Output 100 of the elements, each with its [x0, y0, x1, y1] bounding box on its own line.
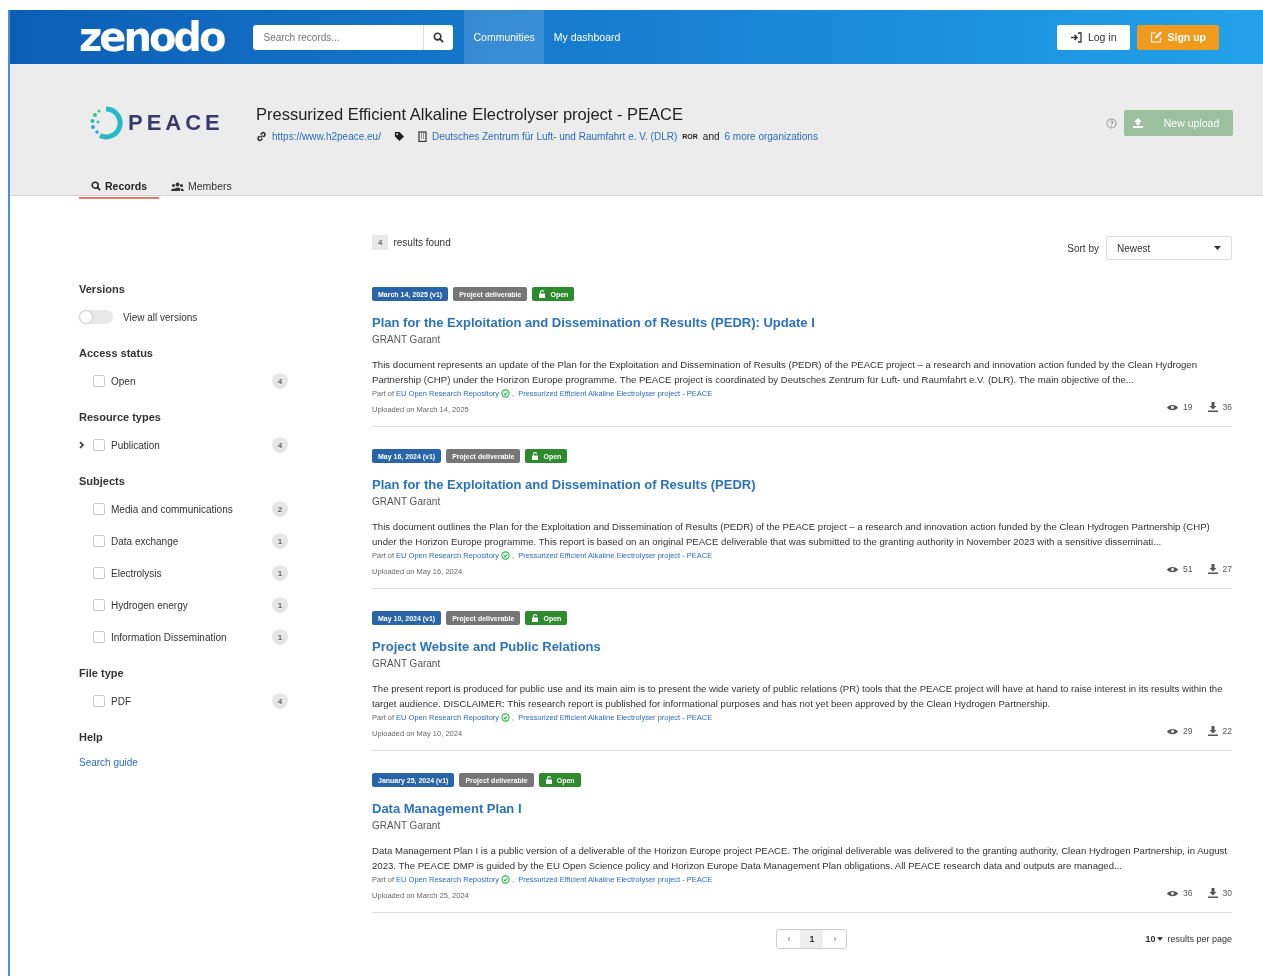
users-icon	[171, 181, 184, 191]
search-button[interactable]	[422, 24, 454, 50]
previous-page-button[interactable]: ‹	[777, 930, 801, 948]
tab[interactable]: Members	[159, 175, 244, 199]
downloads-count: 30	[1222, 888, 1232, 898]
next-page-button[interactable]: ›	[823, 930, 847, 948]
sort-label: Sort by	[1067, 242, 1099, 254]
community-title: Pressurized Efficient Alkaline Electrolyser project - PEACE	[256, 104, 685, 124]
building-icon	[417, 130, 427, 142]
views-count: 36	[1183, 888, 1193, 898]
edit-icon	[1149, 31, 1162, 43]
caret-icon	[1214, 246, 1221, 250]
community-logo: PEACE	[88, 105, 256, 141]
and-text: and	[702, 130, 720, 142]
search-icon	[433, 31, 445, 43]
download-icon	[1207, 402, 1218, 412]
creator-name: GRANT Garant	[372, 334, 442, 345]
upload-icon	[1132, 117, 1144, 129]
checkbox[interactable]	[93, 503, 105, 515]
record-description: The present report is produced for public use and its main aim is to present the wide variety of public relations (PR) tools that the PEACE project will have at hand to raise interest in its results within the target audience. DISCLAIMER: This research report is published for informational purposes and has not yet been approved by the Clean Hydrogen Partnership.	[372, 682, 1224, 711]
download-icon	[1207, 888, 1218, 898]
creator-name: GRANT Garant	[372, 820, 442, 831]
facet-count: 1	[272, 565, 288, 581]
checkbox[interactable]	[93, 375, 105, 387]
facet-label: Publication	[111, 439, 160, 451]
link-icon	[256, 130, 267, 142]
downloads-count: 36	[1222, 402, 1232, 412]
lock-icon	[538, 290, 547, 298]
ring-logo-icon	[88, 105, 124, 141]
verified-icon	[501, 389, 511, 398]
facet-title: Versions	[79, 283, 126, 295]
caret-icon	[1157, 937, 1164, 941]
lock-icon	[544, 776, 553, 784]
downloads-count: 27	[1222, 564, 1232, 574]
facet-count: 1	[272, 533, 288, 549]
website-link[interactable]: https://www.h2peace.eu/	[272, 130, 381, 142]
checkbox[interactable]	[93, 599, 105, 611]
facet-title: Subjects	[79, 475, 126, 487]
sort-dropdown[interactable]: Newest	[1106, 236, 1232, 260]
results-label: results found	[393, 237, 451, 248]
results-count: 4	[372, 235, 389, 250]
page-button[interactable]: 1	[800, 930, 824, 948]
checkbox[interactable]	[93, 567, 105, 579]
search-icon	[91, 181, 101, 191]
facet-label: Information Dissemination	[111, 631, 227, 643]
creator-name: GRANT Garant	[372, 658, 442, 669]
facet-title: File type	[79, 667, 125, 679]
creator-name: GRANT Garant	[372, 496, 442, 507]
views-count: 29	[1183, 726, 1193, 736]
eye-icon	[1167, 403, 1179, 411]
toggle-label: View all versions	[123, 311, 198, 323]
record-description: This document represents an update of the Plan for the Exploitation and Dissemination of Results (PEDR) of the PEACE project – a research and innovation action funded by the Clean Hydrogen Partnership (CHP) under the Horizon Europe programme. The PEACE project is coordinated by Deutsches Zentrum für Luft- und Raumfahrt e.V. (DLR). The main objective of the...	[372, 358, 1198, 387]
verified-icon	[501, 551, 511, 560]
checkbox[interactable]	[93, 631, 105, 643]
facet-count: 4	[272, 693, 288, 709]
facet-label: Hydrogen energy	[111, 599, 188, 611]
per-page-dropdown[interactable]: 10	[1145, 934, 1164, 944]
record-title-link[interactable]: Project Website and Public Relations	[372, 639, 1232, 654]
search-field[interactable]: Search records...	[253, 24, 423, 50]
checkbox[interactable]	[93, 439, 105, 451]
eye-icon	[1167, 889, 1179, 897]
facet-count: 2	[272, 501, 288, 517]
views-count: 19	[1183, 402, 1193, 412]
organization-link[interactable]: Deutsches Zentrum für Luft- und Raumfahrt e. V. (DLR)	[431, 130, 678, 142]
record-title-link[interactable]: Data Management Plan I	[372, 801, 1232, 816]
facet-count: 1	[272, 597, 288, 613]
search-guide-link[interactable]: Search guide	[79, 757, 138, 768]
help-icon[interactable]	[1106, 117, 1117, 129]
facet-label: Data exchange	[111, 535, 179, 547]
facet-label: Open	[111, 375, 136, 387]
per-page-label: results per page	[1167, 934, 1232, 944]
eye-icon	[1167, 565, 1179, 573]
nav-link[interactable]: Communities	[464, 10, 544, 64]
verified-icon	[501, 713, 511, 722]
downloads-count: 22	[1222, 726, 1232, 736]
checkbox[interactable]	[93, 535, 105, 547]
record-title-link[interactable]: Plan for the Exploitation and Dissemination of Results (PEDR): Update I	[372, 315, 1232, 330]
checkbox[interactable]	[93, 695, 105, 707]
record-description: Data Management Plan I is a public version of a deliverable of the Horizon Europe project PEACE. The original deliverable was delivered to the granting authority, Clean Hydrogen Partnership, in August 2023. The PEACE DMP is guided by the EU Open Science policy and Horizon Europe Data Management Plan obligations. All PEACE research data and outputs are managed...	[372, 844, 1229, 873]
facet-title: Access status	[79, 347, 154, 359]
facet-count: 1	[272, 629, 288, 645]
record-title-link[interactable]: Plan for the Exploitation and Dissemination of Results (PEDR)	[372, 477, 1232, 492]
chevron-icon[interactable]	[79, 441, 85, 449]
facet-label: Media and communications	[111, 503, 233, 515]
tab[interactable]: Records	[79, 175, 159, 199]
nav-link[interactable]: My dashboard	[544, 10, 630, 64]
facet-title: Help	[79, 731, 104, 743]
facet-label: PDF	[111, 695, 131, 707]
more-organizations-link[interactable]: 6 more organizations	[724, 130, 818, 142]
zenodo-logo[interactable]: zenodo	[79, 17, 224, 57]
download-icon	[1207, 726, 1218, 736]
tag-icon	[393, 130, 405, 142]
lock-icon	[531, 452, 540, 460]
lock-icon	[531, 614, 540, 622]
toggle-switch[interactable]	[79, 310, 113, 324]
login-button[interactable]: Log in	[1056, 24, 1130, 50]
facet-label: Electrolysis	[111, 567, 162, 579]
login-icon	[1069, 31, 1082, 43]
download-icon	[1207, 564, 1218, 574]
verified-icon	[501, 875, 511, 884]
